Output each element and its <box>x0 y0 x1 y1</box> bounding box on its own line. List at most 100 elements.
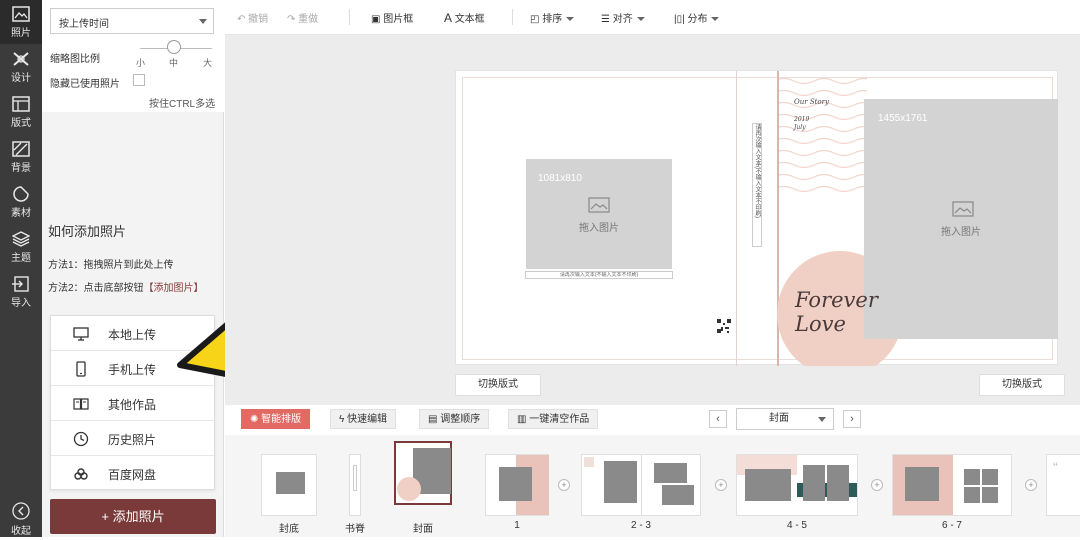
rail-item-import[interactable]: 导入 <box>0 270 42 314</box>
rail-item-design[interactable]: 设计 <box>0 45 42 89</box>
rail-item-collapse[interactable]: 收起 <box>0 496 42 540</box>
background-icon <box>12 141 30 157</box>
rail-item-layout[interactable]: 版式 <box>0 90 42 134</box>
thumb-label: 2 - 3 <box>630 520 651 531</box>
menu-item-baidu-pan[interactable]: 百度网盘 <box>51 456 216 491</box>
thumb-decor <box>584 457 594 467</box>
thumb-photo <box>905 467 939 501</box>
text-box-label: 文本框 <box>454 14 485 25</box>
thumb-page-2-3[interactable] <box>581 454 701 516</box>
thumb-front-cover[interactable] <box>394 441 452 505</box>
hide-used-checkbox[interactable] <box>133 74 145 86</box>
chevron-down-icon <box>199 19 207 24</box>
quick-edit-button[interactable]: ϟ 快速编辑 <box>330 409 397 429</box>
image-icon <box>588 197 610 213</box>
size-small-label: 小 <box>136 58 146 68</box>
photo-size-label: 1081x810 <box>538 173 582 184</box>
switch-layout-right-button[interactable]: 切换版式 <box>979 374 1065 396</box>
photo-size-label: 1455x1761 <box>878 113 928 124</box>
text-box-button[interactable]: A 文本框 <box>444 10 485 25</box>
distribute-dropdown[interactable]: |▯| 分布 <box>674 10 720 25</box>
front-cover-photo-frame[interactable]: 1455x1761 拖入图片 <box>864 99 1058 339</box>
thumb-label: 封底 <box>279 524 299 535</box>
thumb-photo <box>982 469 998 485</box>
page-select[interactable]: 封面 <box>736 408 834 430</box>
thumb-photo <box>654 463 687 483</box>
clock-icon <box>73 431 89 447</box>
thumb-divider <box>641 455 642 515</box>
clear-all-button[interactable]: ▥ 一键清空作品 <box>508 409 599 429</box>
menu-item-label: 手机上传 <box>108 363 157 377</box>
prev-page-button[interactable]: ‹ <box>709 410 727 428</box>
design-icon <box>13 52 29 66</box>
add-page-button[interactable]: + <box>715 479 727 491</box>
hide-used-label: 隐藏已使用照片 <box>50 79 120 90</box>
story-year: 2019 <box>794 116 810 123</box>
story-title: Our Story <box>794 98 829 106</box>
add-photo-button[interactable]: + 添加照片 <box>50 499 216 534</box>
sort-select[interactable]: 按上传时间 <box>50 8 214 34</box>
reorder-button[interactable]: ▤ 调整顺序 <box>419 409 490 429</box>
switch-layout-left-button[interactable]: 切换版式 <box>455 374 541 396</box>
thumb-photo <box>745 469 791 501</box>
chevron-down-icon <box>711 17 720 22</box>
redo-button[interactable]: ↷ 重做 <box>287 10 318 25</box>
phone-icon <box>76 361 86 377</box>
rail-item-photos[interactable]: 照片 <box>0 0 42 44</box>
toolbar-divider <box>512 9 513 25</box>
redo-label: 重做 <box>298 14 319 25</box>
menu-item-history-photos[interactable]: 历史照片 <box>51 421 216 456</box>
thumb-page-next[interactable]: “ <box>1046 454 1080 516</box>
thumb-label: 封面 <box>413 524 433 535</box>
thumb-page-1[interactable] <box>485 454 549 516</box>
add-page-button[interactable]: + <box>558 479 570 491</box>
image-icon <box>12 6 30 22</box>
rail-item-themes[interactable]: 主题 <box>0 225 42 269</box>
distribute-icon: |▯| <box>674 14 688 25</box>
insert-photo-label: 拖入图片 <box>579 223 619 234</box>
rail-item-background[interactable]: 背景 <box>0 135 42 179</box>
thumb-ratio-label: 缩略图比例 <box>50 54 100 65</box>
thumb-photo <box>827 465 849 501</box>
image-icon <box>952 201 974 217</box>
spine-text-field[interactable]: 请再次输入文本(不输入文本不印刷) <box>752 123 762 247</box>
rail-label: 照片 <box>11 28 31 39</box>
arrange-dropdown[interactable]: ◰ 排序 <box>530 10 575 25</box>
howto-title: 如何添加照片 <box>48 224 127 239</box>
thumb-page-6-7[interactable] <box>892 454 1012 516</box>
undo-button[interactable]: ↶ 撤销 <box>237 10 268 25</box>
redo-icon: ↷ <box>287 14 299 25</box>
rail-label: 导入 <box>11 298 31 309</box>
smart-icon: ✺ <box>250 414 262 425</box>
smart-layout-button[interactable]: ✺ 智能排版 <box>241 409 311 429</box>
arrange-icon: ◰ <box>530 14 543 25</box>
story-month: July <box>794 124 806 131</box>
reorder-icon: ▤ <box>428 414 441 425</box>
top-toolbar <box>225 0 1080 35</box>
photo-frame-icon: ▣ <box>371 14 384 25</box>
sticker-icon <box>13 186 29 202</box>
add-page-button[interactable]: + <box>871 479 883 491</box>
align-dropdown[interactable]: ☰ 对齐 <box>601 10 645 25</box>
sort-select-value: 按上传时间 <box>59 19 109 30</box>
add-page-button[interactable]: + <box>1025 479 1037 491</box>
menu-item-label: 百度网盘 <box>108 468 157 482</box>
thumb-spine[interactable] <box>349 454 361 516</box>
align-icon: ☰ <box>601 14 613 25</box>
rail-item-stickers[interactable]: 素材 <box>0 180 42 224</box>
thumb-photo <box>499 467 532 501</box>
rail-label: 版式 <box>11 118 31 129</box>
back-cover-photo-frame[interactable]: 1081x810 拖入图片 <box>526 159 672 269</box>
back-caption-field[interactable]: 请再次输入文本(不输入文本不印刷) <box>525 271 673 279</box>
book-icon <box>73 398 89 410</box>
thumb-photo <box>964 469 980 485</box>
next-page-button[interactable]: › <box>843 410 861 428</box>
size-large-label: 大 <box>203 58 213 68</box>
photo-frame-button[interactable]: ▣ 图片框 <box>371 10 413 25</box>
thumb-label: 6 - 7 <box>941 520 962 531</box>
thumb-label: 4 - 5 <box>786 520 807 531</box>
thumb-page-4-5[interactable] <box>736 454 858 516</box>
import-icon <box>12 276 29 292</box>
thumb-back-cover[interactable] <box>261 454 317 516</box>
slider-handle[interactable] <box>167 40 181 54</box>
